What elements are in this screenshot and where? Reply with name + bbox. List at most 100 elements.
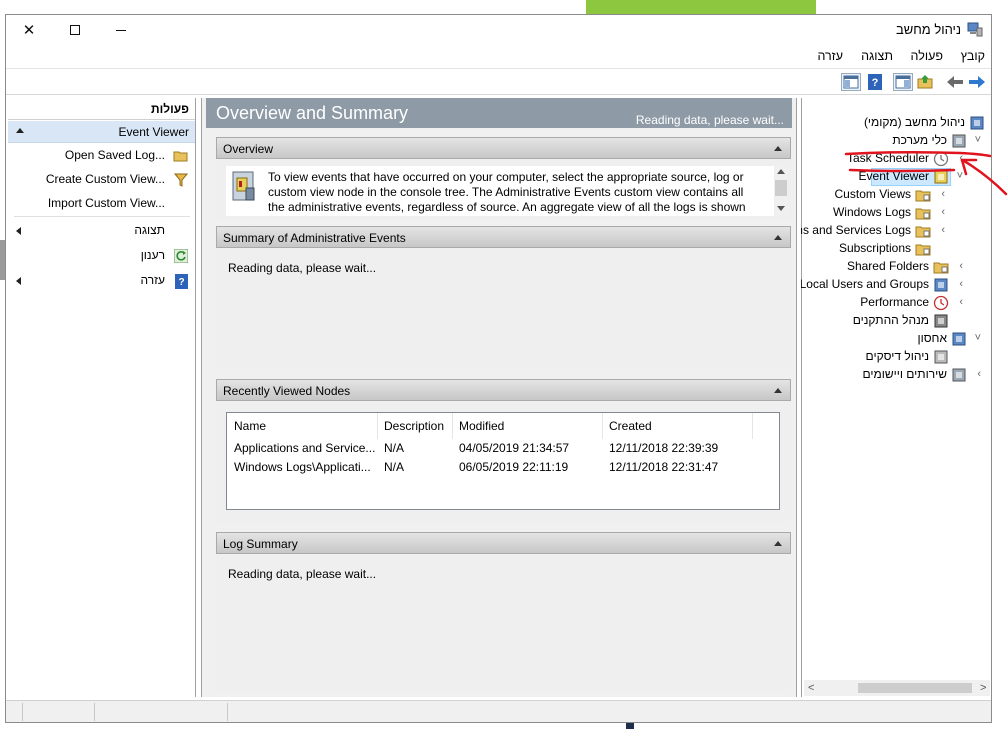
column-separator[interactable]	[602, 413, 603, 439]
tree-item-label: ניהול דיסקים	[865, 349, 929, 363]
section-title: Log Summary	[223, 537, 298, 551]
tree-item[interactable]: ניהול מחשב (מקומי)	[801, 114, 991, 132]
up-one-level-button[interactable]	[915, 73, 935, 91]
help-button[interactable]: ?	[865, 73, 885, 91]
action-label: Create Custom View...	[45, 172, 165, 186]
shared-folders-icon	[933, 259, 949, 275]
admin-summary-section-body: Reading data, please wait...	[216, 249, 791, 369]
expand-left-icon[interactable]: ‹	[959, 278, 963, 290]
column-separator[interactable]	[752, 413, 753, 439]
services-icon	[951, 367, 967, 383]
action-import-custom-view[interactable]: Import Custom View...	[8, 192, 195, 216]
tree-item[interactable]: Performance ‹	[801, 294, 991, 312]
up-folder-icon	[917, 75, 933, 89]
scroll-right-icon[interactable]: >	[980, 682, 986, 694]
tree-item[interactable]: ns and Services Logs ‹	[801, 222, 991, 240]
expand-down-icon[interactable]: ˅	[975, 134, 981, 146]
action-create-custom-view[interactable]: Create Custom View...	[8, 168, 195, 192]
column-separator[interactable]	[452, 413, 453, 439]
menu-file[interactable]: קובץ	[961, 49, 985, 63]
column-separator[interactable]	[377, 413, 378, 439]
tree-item[interactable]: Shared Folders ‹	[801, 258, 991, 276]
overview-scrollbar[interactable]	[774, 166, 788, 216]
center-pane: Overview and Summary Reading data, pleas…	[201, 98, 797, 697]
tree-item[interactable]: אחסון ˅	[801, 330, 991, 348]
overview-header-bar: Overview and Summary Reading data, pleas…	[206, 98, 792, 128]
table-row[interactable]: Applications and Service... N/A 04/05/20…	[227, 438, 779, 457]
action-label: Open Saved Log...	[64, 148, 165, 162]
expand-left-icon[interactable]: ‹	[959, 296, 963, 308]
action-view[interactable]: תצוגה	[8, 219, 195, 243]
scroll-up-icon[interactable]	[777, 169, 785, 174]
users-icon	[933, 277, 949, 293]
show-hide-action-pane-button[interactable]	[841, 73, 861, 91]
recent-nodes-section-header[interactable]: Recently Viewed Nodes	[216, 379, 791, 401]
expand-left-icon[interactable]: ‹	[977, 368, 981, 380]
collapse-icon[interactable]	[774, 235, 782, 240]
actions-section-event-viewer[interactable]: Event Viewer	[8, 121, 195, 143]
scroll-left-icon[interactable]: <	[808, 682, 814, 694]
log-summary-section-header[interactable]: Log Summary	[216, 532, 791, 554]
recent-nodes-section-body: Name Description Modified Created Applic…	[216, 402, 791, 522]
expand-left-icon[interactable]: ‹	[941, 206, 945, 218]
overview-section-header[interactable]: Overview	[216, 137, 791, 159]
tree-item[interactable]: Subscriptions	[801, 240, 991, 258]
cell-description: N/A	[384, 441, 405, 455]
column-header-modified[interactable]: Modified	[459, 419, 504, 433]
toolbar: ?	[6, 68, 991, 95]
close-button[interactable]: ✕	[6, 15, 52, 45]
minimize-icon	[116, 29, 126, 31]
collapse-icon[interactable]	[774, 388, 782, 393]
computer-management-window: ✕ ניהול מחשב קובץ פעולה תצוגה עזרה ? פעו…	[5, 14, 992, 723]
action-refresh[interactable]: רענון	[8, 244, 195, 268]
forward-button[interactable]	[967, 73, 987, 91]
tree-item[interactable]: Windows Logs ‹	[801, 204, 991, 222]
expand-down-icon[interactable]: ˅	[975, 332, 981, 344]
svg-text:?: ?	[178, 277, 184, 288]
maximize-button[interactable]	[52, 15, 98, 45]
scroll-thumb[interactable]	[858, 683, 972, 693]
tree-item-label: ניהול מחשב (מקומי)	[863, 115, 965, 129]
tree-item[interactable]: שירותים ויישומים ‹	[801, 366, 991, 384]
action-open-saved-log[interactable]: Open Saved Log...	[8, 144, 195, 168]
menu-help[interactable]: עזרה	[817, 49, 843, 63]
expand-left-icon[interactable]: ‹	[959, 260, 963, 272]
tree-item-label: Subscriptions	[838, 241, 911, 255]
table-row[interactable]: Windows Logs\Applicati... N/A 06/05/2019…	[227, 457, 779, 476]
status-bar	[6, 700, 991, 722]
background-app-strip	[586, 0, 816, 14]
status-divider	[22, 703, 23, 721]
column-header-created[interactable]: Created	[609, 419, 652, 433]
page-title: Overview and Summary	[216, 103, 409, 123]
actions-pane: פעולות Event Viewer Open Saved Log... Cr…	[8, 98, 196, 697]
show-hide-tree-icon	[895, 75, 911, 89]
menu-view[interactable]: תצוגה	[861, 49, 893, 63]
collapse-icon[interactable]	[774, 541, 782, 546]
collapse-icon[interactable]	[774, 146, 782, 151]
close-icon: ✕	[22, 22, 36, 39]
admin-summary-section-header[interactable]: Summary of Administrative Events	[216, 226, 791, 248]
actions-header: פעולות	[8, 98, 195, 120]
back-arrow-icon	[947, 76, 963, 88]
tree-horizontal-scrollbar[interactable]: < >	[804, 680, 990, 696]
action-help[interactable]: עזרה ?	[8, 269, 195, 293]
menu-action[interactable]: פעולה	[911, 49, 943, 63]
scroll-thumb[interactable]	[775, 180, 787, 196]
tree-item[interactable]: ניהול דיסקים	[801, 348, 991, 366]
column-header-description[interactable]: Description	[384, 419, 444, 433]
actions-divider	[14, 216, 190, 217]
tree-item-label: Performance	[860, 295, 929, 309]
back-button[interactable]	[945, 73, 965, 91]
show-hide-console-tree-button[interactable]	[893, 73, 913, 91]
expand-left-icon[interactable]: ‹	[941, 224, 945, 236]
action-label: עזרה	[140, 273, 165, 287]
menu-bar: קובץ פעולה תצוגה עזרה	[6, 45, 991, 67]
header-status-text: Reading data, please wait...	[635, 113, 784, 127]
scroll-down-icon[interactable]	[777, 206, 785, 211]
window-title: ניהול מחשב	[895, 22, 961, 37]
tree-item-label: ns and Services Logs	[801, 223, 911, 237]
tree-item[interactable]: Local Users and Groups ‹	[801, 276, 991, 294]
tree-item[interactable]: מנהל ההתקנים	[801, 312, 991, 330]
column-header-name[interactable]: Name	[234, 419, 266, 433]
minimize-button[interactable]	[98, 15, 144, 45]
